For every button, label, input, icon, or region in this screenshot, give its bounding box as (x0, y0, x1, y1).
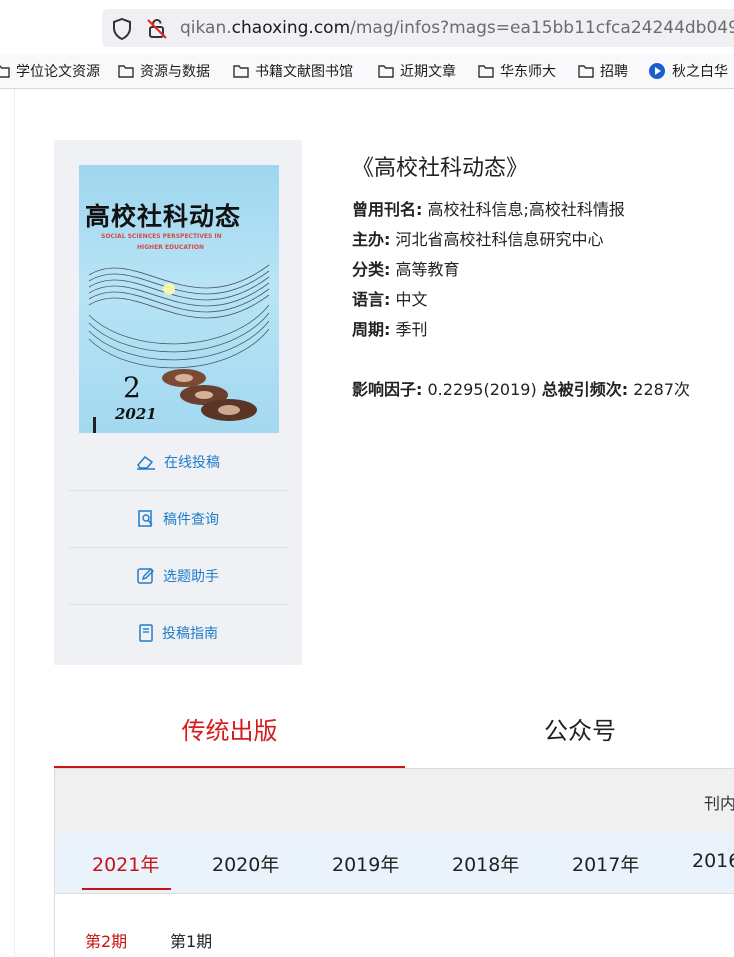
sponsor-row: 主办: 河北省高校社科信息研究中心 (352, 226, 604, 250)
folder-icon (578, 65, 594, 78)
url-text[interactable]: qikan.chaoxing.com/mag/infos?mags=ea15bb… (180, 18, 734, 38)
impact-value: 0.2295(2019) (427, 380, 537, 399)
bookmark-label: 华东师大 (500, 64, 556, 80)
bookmark-item[interactable]: 书籍文献图书馆 (233, 61, 353, 81)
year-tab-2016[interactable]: 2016 (692, 850, 734, 872)
year-tab-2020[interactable]: 2020年 (212, 850, 279, 877)
bookmark-label: 书籍文献图书馆 (255, 64, 353, 80)
page-border (14, 89, 15, 957)
bookmarks-bar: 学位论文资源 资源与数据 书籍文献图书馆 近期文章 华东师大 招聘 秋之白华 (0, 54, 734, 89)
action-label: 稿件查询 (163, 512, 219, 528)
in-journal-search-label[interactable]: 刊内 (704, 790, 734, 814)
tab-traditional[interactable]: 传统出版 (54, 690, 405, 769)
year-tab-2019[interactable]: 2019年 (332, 850, 399, 877)
action-label: 选题助手 (163, 569, 219, 585)
insecure-lock-icon[interactable] (146, 18, 168, 44)
language-label: 语言: (352, 290, 391, 309)
active-year-underline (82, 888, 171, 890)
frequency-value: 季刊 (395, 320, 428, 339)
citations-label: 总被引频次: (541, 380, 629, 399)
folder-icon (118, 65, 134, 78)
cover-year: 2021 (115, 405, 157, 423)
bookmark-label: 资源与数据 (140, 64, 210, 80)
journal-title: 《高校社科动态》 (352, 156, 529, 181)
former-names-value: 高校社科信息;高校社科情报 (427, 200, 625, 219)
play-circle-icon (649, 63, 665, 79)
bookmark-label: 秋之白华 (672, 64, 728, 80)
bookmark-item[interactable]: 秋之白华 (648, 61, 728, 81)
submission-guide-button[interactable]: 投稿指南 (68, 605, 288, 661)
bookmark-item[interactable]: 近期文章 (378, 61, 456, 81)
folder-icon (233, 65, 249, 78)
bookmark-label: 学位论文资源 (16, 64, 100, 80)
sponsor-value: 河北省高校社科信息研究中心 (395, 230, 604, 249)
citations-value: 2287次 (633, 380, 691, 399)
content-border (54, 893, 55, 957)
language-value: 中文 (395, 290, 428, 309)
year-tab-2018[interactable]: 2018年 (452, 850, 519, 877)
book-icon (139, 624, 153, 642)
bookmark-item[interactable]: 资源与数据 (118, 61, 210, 81)
bookmark-item[interactable]: 学位论文资源 (0, 61, 100, 81)
document-search-icon (138, 510, 153, 527)
bookmark-item[interactable]: 华东师大 (478, 61, 556, 81)
topic-assistant-button[interactable]: 选题助手 (68, 548, 288, 604)
cover-issue-number: 2 (123, 371, 141, 404)
manuscript-query-button[interactable]: 稿件查询 (68, 491, 288, 547)
sponsor-label: 主办: (352, 230, 391, 249)
folder-icon (0, 65, 10, 78)
category-label: 分类: (352, 260, 391, 279)
eraser-icon (137, 455, 155, 470)
issue-tab-2[interactable]: 第2期 (85, 928, 127, 952)
language-row: 语言: 中文 (352, 286, 428, 310)
action-label: 投稿指南 (162, 626, 218, 642)
impact-label: 影响因子: (352, 380, 423, 399)
online-submit-button[interactable]: 在线投稿 (68, 434, 288, 490)
folder-icon (378, 65, 394, 78)
journal-cover-image: 高校社科动态 SOCIAL SCIENCES PERSPECTIVES IN H… (79, 165, 279, 433)
cover-en-title-1: SOCIAL SCIENCES PERSPECTIVES IN (101, 233, 222, 240)
tab-wechat[interactable]: 公众号 (405, 690, 734, 766)
cover-cn-title: 高校社科动态 (85, 202, 242, 231)
category-row: 分类: 高等教育 (352, 256, 460, 280)
category-value: 高等教育 (395, 260, 460, 279)
bookmark-label: 招聘 (600, 64, 628, 80)
action-label: 在线投稿 (164, 455, 220, 471)
shield-icon[interactable] (112, 17, 132, 44)
url-path: /mag/infos?mags=ea15bb11cfca24244db049f3 (350, 18, 734, 38)
edit-icon (137, 568, 154, 584)
metrics-row: 影响因子: 0.2295(2019) 总被引频次: 2287次 (352, 376, 690, 400)
filter-bar (54, 768, 734, 835)
year-tab-2021[interactable]: 2021年 (92, 850, 159, 877)
former-names-label: 曾用刊名: (352, 200, 423, 219)
url-prefix: qikan. (180, 18, 232, 38)
bookmark-item[interactable]: 招聘 (578, 61, 628, 81)
frequency-row: 周期: 季刊 (352, 316, 428, 340)
former-names-row: 曾用刊名: 高校社科信息;高校社科情报 (352, 196, 625, 220)
url-host: chaoxing.com (231, 18, 351, 38)
bookmark-label: 近期文章 (400, 64, 456, 80)
cover-en-title-2: HIGHER EDUCATION (137, 244, 204, 251)
issue-tab-1[interactable]: 第1期 (170, 928, 212, 952)
folder-icon (478, 65, 494, 78)
year-tab-2017[interactable]: 2017年 (572, 850, 639, 877)
frequency-label: 周期: (352, 320, 391, 339)
